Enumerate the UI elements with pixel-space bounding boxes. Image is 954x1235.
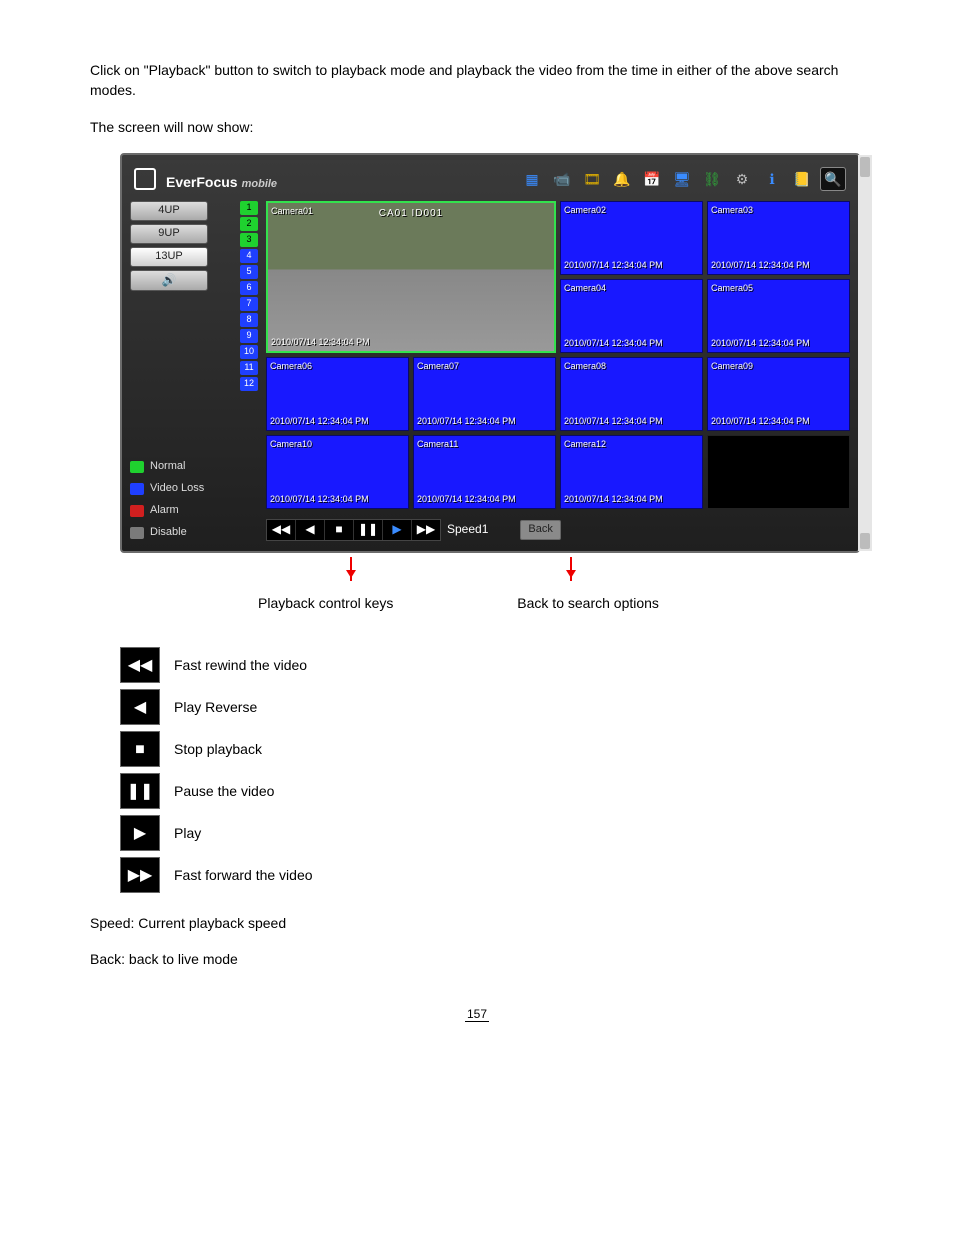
- layout-13up[interactable]: 13UP: [130, 247, 208, 267]
- channel-6[interactable]: 6: [240, 281, 258, 295]
- audio-toggle[interactable]: 🔊: [130, 270, 208, 291]
- channel-11[interactable]: 11: [240, 361, 258, 375]
- pause-desc: Pause the video: [174, 781, 274, 801]
- legend-label: Disable: [150, 525, 187, 541]
- legend-lg-disable: Disable: [130, 525, 258, 541]
- fast-forward-button[interactable]: ▶▶: [412, 520, 440, 540]
- channel-12[interactable]: 12: [240, 377, 258, 391]
- arrow-back: [570, 557, 572, 581]
- brand-name: EverFocus: [166, 172, 238, 192]
- intro-line-1: Click on "Playback" button to switch to …: [90, 60, 864, 101]
- camera-tile-empty[interactable]: [707, 435, 850, 509]
- channel-4[interactable]: 4: [240, 249, 258, 263]
- step-back-desc: Play Reverse: [174, 697, 257, 717]
- scrollbar[interactable]: [858, 155, 872, 551]
- channel-3[interactable]: 3: [240, 233, 258, 247]
- legend-lg-video: Video Loss: [130, 481, 258, 497]
- log-icon[interactable]: 📒: [790, 168, 814, 190]
- page-number: 157: [90, 1006, 864, 1023]
- pb-pause-row: ❚❚ Pause the video: [120, 773, 864, 809]
- camera-tile-10[interactable]: Camera102010/07/14 12:34:04 PM: [266, 435, 409, 509]
- fast-rewind-icon: ◀◀: [120, 647, 160, 683]
- channel-7[interactable]: 7: [240, 297, 258, 311]
- camera-tile-11[interactable]: Camera112010/07/14 12:34:04 PM: [413, 435, 556, 509]
- channel-5[interactable]: 5: [240, 265, 258, 279]
- legend-swatch: [130, 527, 144, 539]
- gear-icon[interactable]: ⚙: [730, 168, 754, 190]
- camera-tile-06[interactable]: Camera062010/07/14 12:34:04 PM: [266, 357, 409, 431]
- legend-label: Normal: [150, 459, 185, 475]
- channel-9[interactable]: 9: [240, 329, 258, 343]
- bell-icon[interactable]: 🔔: [610, 168, 634, 190]
- stop-button[interactable]: ■: [325, 520, 354, 540]
- camera-tile-1[interactable]: Camera01CA01 ID0012010/07/14 12:34:04 PM: [266, 201, 556, 353]
- info-icon[interactable]: ℹ: [760, 168, 784, 190]
- play-icon: ▶: [120, 815, 160, 851]
- camera-icon[interactable]: 📹: [550, 168, 574, 190]
- camera-tile-04[interactable]: Camera042010/07/14 12:34:04 PM: [560, 279, 703, 353]
- play-desc: Play: [174, 823, 201, 843]
- camera-tile-12[interactable]: Camera122010/07/14 12:34:04 PM: [560, 435, 703, 509]
- channel-1[interactable]: 1: [240, 201, 258, 215]
- pb-play-row: ▶ Play: [120, 815, 864, 851]
- camera-tile-02[interactable]: Camera022010/07/14 12:34:04 PM: [560, 201, 703, 275]
- legend-swatch: [130, 505, 144, 517]
- legend-label: Alarm: [150, 503, 179, 519]
- pause-button[interactable]: ❚❚: [354, 520, 383, 540]
- fast-rewind-desc: Fast rewind the video: [174, 655, 307, 675]
- layout-4up[interactable]: 4UP: [130, 201, 208, 221]
- camera-tile-05[interactable]: Camera052010/07/14 12:34:04 PM: [707, 279, 850, 353]
- camera-tile-08[interactable]: Camera082010/07/14 12:34:04 PM: [560, 357, 703, 431]
- callout-arrows: [120, 563, 840, 593]
- back-note: Back: back to live mode: [90, 949, 864, 969]
- back-callout-label: Back to search options: [517, 595, 659, 611]
- step-back-icon: ◀: [120, 689, 160, 725]
- speed-label: Speed1: [447, 521, 488, 538]
- pb-stop-row: ■ Stop playback: [120, 731, 864, 767]
- calendar-icon[interactable]: 📅: [640, 168, 664, 190]
- layout-9up[interactable]: 9UP: [130, 224, 208, 244]
- pb-step-back-row: ◀ Play Reverse: [120, 689, 864, 725]
- pb-fast-forward-row: ▶▶ Fast forward the video: [120, 857, 864, 893]
- legend-label: Video Loss: [150, 481, 204, 497]
- channel-8[interactable]: 8: [240, 313, 258, 327]
- legend-lg-normal: Normal: [130, 459, 258, 475]
- channel-10[interactable]: 10: [240, 345, 258, 359]
- reel-icon[interactable]: 🎞: [580, 168, 604, 190]
- arrow-controls: [350, 557, 352, 581]
- camera-tile-09[interactable]: Camera092010/07/14 12:34:04 PM: [707, 357, 850, 431]
- channel-2[interactable]: 2: [240, 217, 258, 231]
- pause-icon: ❚❚: [120, 773, 160, 809]
- logo-icon: [134, 168, 156, 190]
- fast-forward-desc: Fast forward the video: [174, 865, 313, 885]
- network-icon[interactable]: ⛓: [700, 168, 724, 190]
- brand-logo: EverFocus mobile: [134, 165, 277, 193]
- legend-lg-alarm: Alarm: [130, 503, 258, 519]
- dvr-screenshot: EverFocus mobile ▦ 📹 🎞 🔔 📅 🖥 ⛓ ⚙ ℹ 📒 🔍 4UP 9UP 13UP 🔊…: [120, 153, 860, 553]
- stop-desc: Stop playback: [174, 739, 262, 759]
- legend-swatch: [130, 461, 144, 473]
- play-button[interactable]: ▶: [383, 520, 412, 540]
- legend-swatch: [130, 483, 144, 495]
- brand-tag: mobile: [242, 177, 277, 193]
- intro-line-2: The screen will now show:: [90, 117, 864, 137]
- fast-forward-icon: ▶▶: [120, 857, 160, 893]
- grid-icon[interactable]: ▦: [520, 168, 544, 190]
- controls-callout-label: Playback control keys: [230, 593, 393, 613]
- stop-icon: ■: [120, 731, 160, 767]
- pb-fast-rewind-row: ◀◀ Fast rewind the video: [120, 647, 864, 683]
- back-button[interactable]: Back: [520, 520, 560, 540]
- fast-rewind-button[interactable]: ◀◀: [267, 520, 296, 540]
- search-icon[interactable]: 🔍: [820, 167, 846, 191]
- camera-tile-03[interactable]: Camera032010/07/14 12:34:04 PM: [707, 201, 850, 275]
- camera-tile-07[interactable]: Camera072010/07/14 12:34:04 PM: [413, 357, 556, 431]
- speed-note: Speed: Current playback speed: [90, 913, 864, 933]
- monitor-icon[interactable]: 🖥: [670, 168, 694, 190]
- step-back-button[interactable]: ◀: [296, 520, 325, 540]
